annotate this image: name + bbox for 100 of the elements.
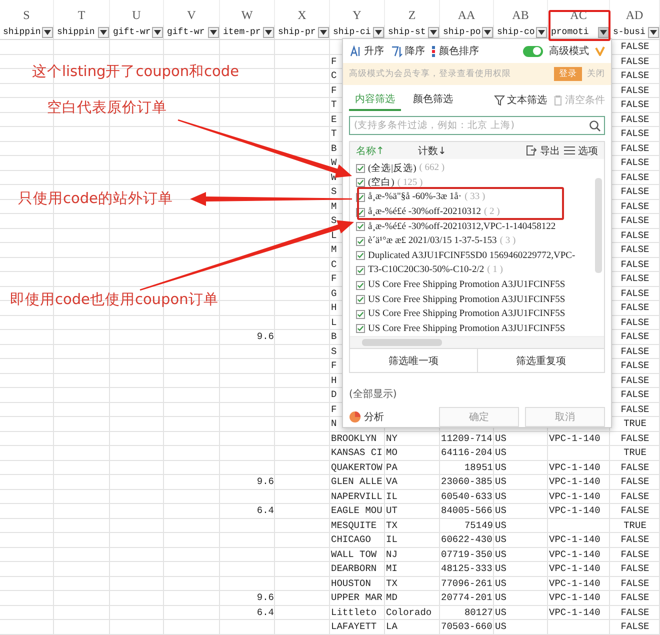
caret-icon — [538, 30, 545, 34]
funnel-icon — [494, 94, 505, 106]
table-cell: VPC-1-140 — [548, 548, 602, 561]
trash-icon — [553, 94, 563, 106]
list-item-label[interactable]: å¸æ-%ä"§å -60%-3æ 1å· — [368, 192, 462, 202]
table-cell: N — [330, 417, 338, 430]
table-cell: Littleto — [330, 606, 378, 619]
checkbox[interactable] — [356, 295, 365, 304]
caret-icon — [375, 30, 382, 34]
filter-dropdown-button[interactable] — [42, 26, 53, 38]
column-header: item-pr — [223, 27, 261, 37]
table-cell: MD — [385, 591, 398, 604]
sort-button[interactable]: 降序 — [390, 44, 425, 58]
list-item-label[interactable]: (全选|反选) — [368, 162, 416, 175]
table-cell: T — [330, 98, 338, 112]
table-cell: NJ — [385, 548, 398, 561]
checkbox[interactable] — [356, 266, 365, 275]
caret-icon — [154, 30, 161, 34]
table-cell: US — [494, 432, 508, 445]
table-cell: UPPER MAR — [330, 591, 384, 604]
table-cell: TRUE — [622, 518, 648, 532]
table-cell: FALSE — [620, 243, 650, 256]
table-cell: NAPERVILL — [330, 490, 384, 503]
checkbox[interactable] — [356, 236, 365, 246]
pie-chart-icon — [349, 411, 361, 423]
table-cell: FALSE — [620, 490, 650, 503]
checkbox[interactable] — [356, 164, 365, 173]
text-filter-button[interactable]: 文本筛选 — [494, 93, 547, 111]
column-header: shippin — [57, 27, 95, 37]
caret-icon — [265, 30, 272, 34]
sort-button[interactable]: 颜色排序 — [431, 44, 479, 58]
filter-dropdown-button[interactable] — [208, 26, 219, 38]
column-letter: X — [298, 8, 306, 24]
tab[interactable]: 内容筛选 — [349, 90, 401, 111]
search-field[interactable]: (支持多条件过滤，例如：北京 上海) — [349, 116, 605, 135]
table-cell: KANSAS CI — [330, 446, 384, 460]
list-item-label[interactable]: å¸æ-%é£é -30%off-20210312,VPC-1-140458122 — [368, 222, 556, 232]
column-letter: T — [78, 8, 86, 24]
filter-dropdown-button[interactable] — [536, 26, 547, 38]
checkbox[interactable] — [356, 310, 365, 319]
item-count: ( 2 ) — [484, 207, 500, 218]
filter-dropdown-button[interactable] — [318, 26, 329, 38]
checkbox[interactable] — [356, 222, 365, 232]
table-cell: FALSE — [620, 562, 650, 576]
filter-dropdown-button[interactable] — [263, 26, 274, 38]
list-item-label[interactable]: US Core Free Shipping Promotion A3JU1FCINF5S — [368, 309, 566, 320]
list-item-label[interactable]: å¸æ-%é£é -30%off-20210312 — [368, 207, 481, 218]
table-cell: FALSE — [620, 344, 650, 358]
annotation-text: 只使用code的站外订单 — [18, 190, 173, 208]
item-count: ( 33 ) — [464, 192, 486, 202]
table-cell: VPC-1-140 — [548, 606, 602, 619]
filter-dropdown-button[interactable] — [373, 26, 384, 38]
table-cell: 20774-201 — [440, 591, 494, 604]
sort-button[interactable]: 升序 — [349, 44, 384, 58]
table-cell: VPC-1-140 — [548, 475, 602, 488]
table-cell: 9.6 — [256, 475, 275, 488]
list-item-label[interactable]: US Core Free Shipping Promotion A3JU1FCINF5S — [368, 294, 566, 305]
table-cell: DEARBORN — [330, 562, 378, 576]
caret-icon — [484, 30, 491, 34]
checkbox[interactable] — [356, 251, 365, 260]
checkbox[interactable] — [356, 178, 365, 188]
table-cell: L — [330, 316, 338, 329]
table-cell: 60540-633 — [440, 490, 494, 503]
column-header: gift-wr — [113, 27, 151, 37]
column-letter: AA — [458, 8, 476, 24]
filter-dropdown-button[interactable] — [482, 26, 493, 38]
toggle-switch[interactable] — [523, 46, 543, 56]
filter-dropdown-button[interactable] — [98, 26, 109, 38]
table-cell: FALSE — [620, 475, 650, 488]
table-cell: FALSE — [620, 185, 650, 198]
table-cell: T — [330, 127, 338, 140]
count-sort-header[interactable]: 计数↓ — [418, 144, 478, 158]
tab[interactable]: 颜色筛选 — [407, 90, 459, 111]
table-cell: US — [494, 606, 508, 619]
scrollbar[interactable] — [595, 178, 602, 273]
table-cell: FALSE — [620, 156, 650, 170]
table-cell: FALSE — [620, 533, 650, 546]
filter-dropdown-button[interactable] — [152, 26, 163, 38]
filter-dropdown-button[interactable] — [648, 26, 659, 38]
table-cell: B — [330, 142, 338, 155]
list-item-label[interactable]: Duplicated A3JU1FCINF5SD0 1569460229772,VPC- — [368, 250, 576, 261]
checkbox[interactable] — [356, 324, 365, 334]
table-cell: FALSE — [620, 460, 650, 474]
scrollbar[interactable] — [350, 336, 604, 348]
list-item-label[interactable]: T3-C10C20C30-50%-C10-2/2 — [368, 265, 484, 276]
list-item-label[interactable]: (空白) — [368, 176, 394, 190]
options-button[interactable]: 选项 — [564, 144, 598, 158]
list-item-label[interactable]: è´ä¹°æ æ£ 2021/03/15 1-37-5-153 — [368, 236, 497, 246]
list-item-label[interactable]: US Core Free Shipping Promotion A3JU1FCINF5S — [368, 280, 566, 290]
checkbox[interactable] — [356, 280, 365, 290]
list-item-label[interactable]: US Core Free Shipping Promotion A3JU1FCINF5S — [368, 324, 566, 334]
table-cell: UT — [385, 504, 398, 518]
export-button[interactable]: 导出 — [526, 144, 560, 158]
table-cell: 75149 — [463, 518, 494, 532]
table-cell: IL — [385, 533, 398, 546]
export-icon — [526, 145, 537, 156]
filter-dropdown-button[interactable] — [598, 26, 609, 38]
analyze-button[interactable]: 分析 — [349, 410, 384, 424]
table-cell: FALSE — [620, 98, 650, 112]
filter-dropdown-button[interactable] — [428, 26, 439, 38]
